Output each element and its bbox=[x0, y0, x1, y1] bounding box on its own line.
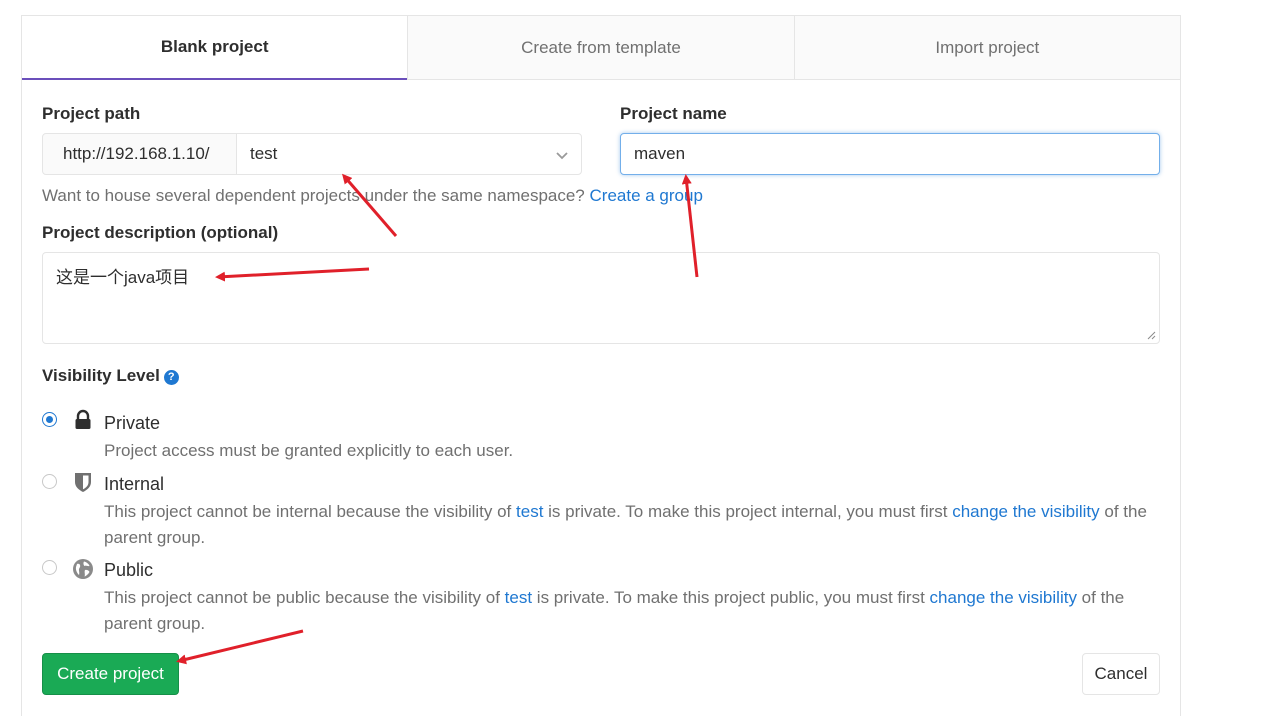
public-change-visibility-link[interactable]: change the visibility bbox=[930, 588, 1077, 607]
project-path-prefix-text: http://192.168.1.10/ bbox=[63, 144, 210, 163]
cancel-button[interactable]: Cancel bbox=[1082, 653, 1160, 695]
internal-desc-part-2: is private. To make this project interna… bbox=[543, 502, 953, 521]
internal-test-group-link[interactable]: test bbox=[516, 502, 543, 521]
internal-option-title: Internal bbox=[104, 474, 165, 494]
project-tabs: Blank project Create from template Impor… bbox=[22, 16, 1180, 80]
public-desc-part-2: is private. To make this project public,… bbox=[532, 588, 930, 607]
create-group-link[interactable]: Create a group bbox=[590, 186, 703, 205]
radio-internal[interactable] bbox=[42, 474, 57, 489]
radio-private[interactable] bbox=[42, 412, 57, 427]
visibility-level-heading: Visibility Level? bbox=[42, 366, 179, 386]
namespace-help-sentence: Want to house several dependent projects… bbox=[42, 186, 590, 205]
private-option-description: Project access must be granted explicitl… bbox=[104, 441, 514, 460]
project-name-label: Project name bbox=[620, 104, 727, 123]
create-project-button[interactable]: Create project bbox=[42, 653, 179, 695]
public-test-group-link[interactable]: test bbox=[505, 588, 532, 607]
public-option-description: This project cannot be public because th… bbox=[104, 585, 1174, 637]
namespace-select[interactable]: test bbox=[236, 133, 582, 175]
project-path-label: Project path bbox=[42, 104, 141, 123]
namespace-value: test bbox=[250, 144, 278, 163]
project-name-value: maven bbox=[634, 144, 686, 163]
lock-icon bbox=[75, 409, 91, 429]
globe-icon bbox=[73, 559, 93, 579]
shield-icon bbox=[75, 473, 91, 492]
internal-desc-part-1: This project cannot be internal because … bbox=[104, 502, 517, 521]
project-name-input[interactable]: maven bbox=[620, 133, 1160, 175]
chevron-down-icon bbox=[556, 152, 568, 160]
namespace-help-text: Want to house several dependent projects… bbox=[42, 186, 703, 206]
question-circle-icon[interactable]: ? bbox=[163, 370, 179, 385]
tab-import-project[interactable]: Import project bbox=[793, 16, 1180, 80]
tab-blank-project[interactable]: Blank project bbox=[22, 16, 408, 80]
visibility-level-label: Visibility Level bbox=[42, 366, 160, 385]
public-desc-part-1: This project cannot be public because th… bbox=[104, 588, 505, 607]
private-option-title: Private bbox=[104, 413, 161, 433]
internal-option-description: This project cannot be internal because … bbox=[104, 499, 1174, 551]
resize-handle-icon[interactable] bbox=[1146, 330, 1156, 340]
project-description-label: Project description (optional) bbox=[42, 223, 279, 242]
project-path-prefix: http://192.168.1.10/ bbox=[42, 133, 237, 175]
tab-create-from-template[interactable]: Create from template bbox=[407, 16, 794, 80]
public-option-title: Public bbox=[104, 560, 154, 580]
project-description-textarea[interactable]: 这是一个java项目 bbox=[42, 252, 1160, 344]
project-description-value: 这是一个java项目 bbox=[56, 268, 190, 287]
internal-change-visibility-link[interactable]: change the visibility bbox=[952, 502, 1099, 521]
radio-public[interactable] bbox=[42, 560, 57, 575]
